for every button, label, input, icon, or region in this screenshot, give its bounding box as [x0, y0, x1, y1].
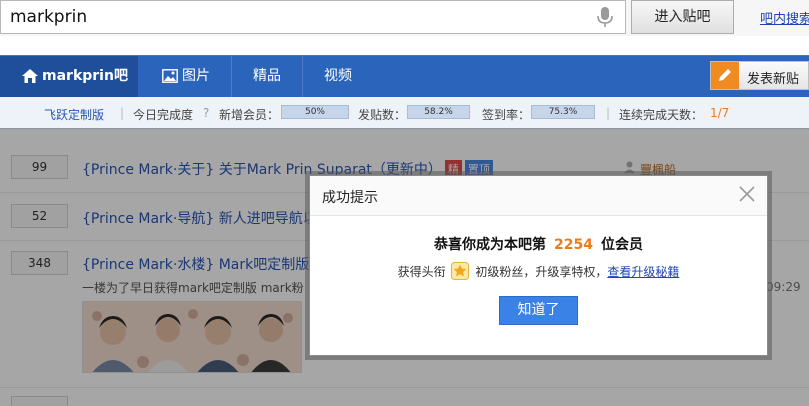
success-dialog: 成功提示 恭喜你成为本吧第 2254 位会员 获得头衔 初级粉丝，升级享特权，查看升…	[309, 175, 768, 356]
congrats-suffix: 位会员	[600, 237, 643, 253]
signin-label: 签到率：	[482, 108, 531, 122]
stats-strip: 飞跃定制版 | 今日完成度 ? 新增会员： 50% 发贴数： 58.2% 签到率…	[0, 97, 809, 129]
new-members-progress: 50%	[281, 105, 349, 119]
signin-progress: 75.3%	[531, 105, 595, 119]
tab-bar-home[interactable]: markprin吧	[0, 56, 138, 97]
nav-divider	[302, 56, 303, 97]
microphone-icon[interactable]	[596, 6, 614, 28]
congrats-prefix: 恭喜你成为本吧第	[434, 237, 547, 253]
streak-value: 1/7	[710, 106, 730, 120]
search-bar: markprin 进入贴吧 吧内搜索	[0, 0, 809, 36]
posts-progress: 58.2%	[407, 105, 470, 119]
rank-star-icon	[451, 262, 470, 280]
tab-featured[interactable]: 精品	[253, 56, 293, 97]
image-icon	[162, 69, 178, 83]
new-post-label: 发表新贴	[747, 72, 800, 87]
rank-prefix: 获得头衔	[397, 265, 446, 279]
bar-nav: markprin吧 图片 精品 视频 发表新贴	[0, 55, 809, 97]
ok-button[interactable]: 知道了	[499, 296, 578, 325]
search-input[interactable]: markprin	[0, 0, 626, 34]
home-icon	[22, 69, 38, 83]
tab-featured-label: 精品	[253, 68, 281, 84]
tab-video-label: 视频	[324, 68, 352, 84]
close-icon[interactable]	[739, 186, 755, 202]
rank-text: 初级粉丝，升级享特权，	[475, 265, 608, 279]
posts-label: 发贴数：	[358, 108, 407, 122]
new-members-label: 新增会员：	[219, 108, 280, 122]
tab-images-label: 图片	[182, 68, 210, 84]
dialog-header: 成功提示	[310, 176, 767, 216]
nav-divider	[231, 56, 232, 97]
tab-video[interactable]: 视频	[324, 56, 364, 97]
congrats-message: 恭喜你成为本吧第 2254 位会员	[310, 234, 767, 254]
divider: |	[120, 106, 125, 120]
signin-pct: 75.3%	[548, 107, 578, 117]
member-number: 2254	[554, 237, 593, 253]
rank-message: 获得头衔 初级粉丝，升级享特权，查看升级秘籍	[310, 262, 767, 280]
divider: |	[606, 106, 611, 120]
custom-edition-link[interactable]: 飞跃定制版	[44, 106, 104, 123]
new-post-button[interactable]: 发表新贴	[710, 61, 809, 90]
posts-pct: 58.2%	[424, 107, 453, 117]
pen-icon	[711, 62, 739, 89]
dialog-title: 成功提示	[322, 190, 378, 206]
today-progress-label: 今日完成度	[133, 108, 194, 122]
new-members-pct: 50%	[304, 107, 325, 117]
streak-label: 连续完成天数：	[619, 108, 704, 122]
help-icon[interactable]: ?	[203, 106, 209, 120]
bar-name: markprin吧	[42, 68, 128, 84]
tab-images[interactable]: 图片	[162, 56, 222, 97]
search-in-bar-link[interactable]: 吧内搜索	[760, 8, 809, 27]
enter-bar-button[interactable]: 进入贴吧	[631, 0, 734, 34]
upgrade-guide-link[interactable]: 查看升级秘籍	[607, 265, 679, 279]
